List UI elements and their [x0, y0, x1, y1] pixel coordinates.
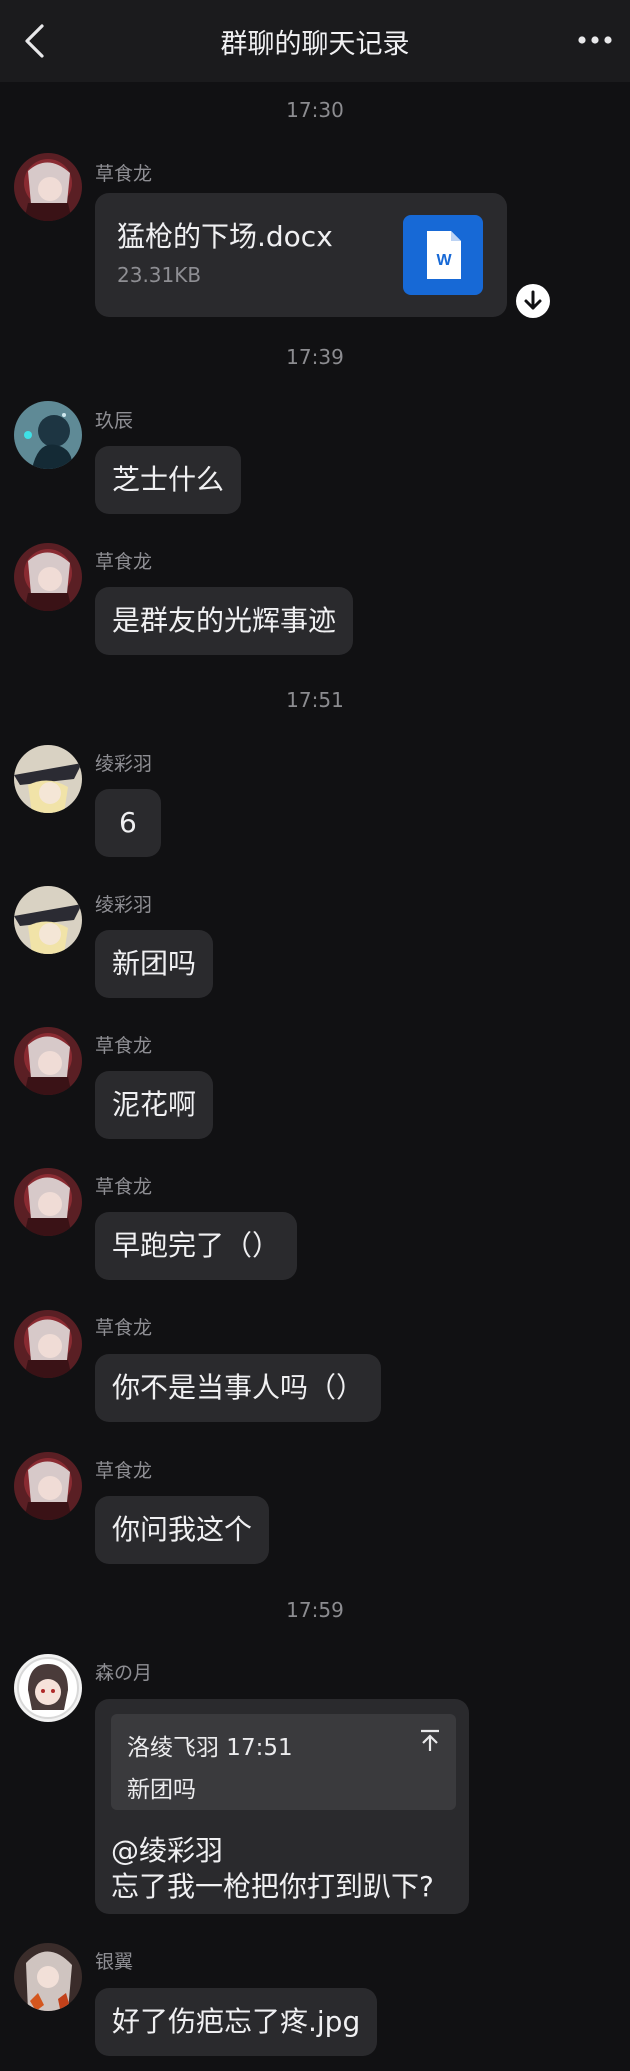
sender-name: 草食龙 — [95, 1035, 153, 1057]
message-bubble[interactable]: 泥花啊 — [95, 1071, 214, 1139]
avatar[interactable] — [14, 886, 82, 954]
file-name: 猛枪的下场.docx — [117, 220, 333, 253]
avatar[interactable] — [14, 745, 82, 813]
message-bubble[interactable]: 是群友的光辉事迹 — [95, 587, 354, 655]
file-size: 23.31KB — [117, 263, 202, 287]
reply-text: 忘了我一枪把你打到趴下? — [111, 1870, 434, 1903]
avatar[interactable] — [14, 543, 82, 611]
avatar[interactable] — [14, 153, 82, 221]
timestamp: 17:59 — [286, 1598, 344, 1622]
jump-to-top-icon[interactable] — [418, 1728, 442, 1754]
reply-message-bubble[interactable]: 洛绫飞羽 17:51 新团吗 @绫彩羽 忘了我一枪把你打到趴下? — [95, 1699, 469, 1914]
sender-name: 银翼 — [95, 1951, 134, 1973]
more-options-icon[interactable] — [576, 20, 616, 62]
message-bubble[interactable]: 6 — [95, 789, 161, 857]
avatar[interactable] — [14, 1027, 82, 1095]
message-bubble[interactable]: 新团吗 — [95, 930, 214, 998]
timestamp: 17:30 — [286, 98, 344, 122]
sender-name: 草食龙 — [95, 1317, 153, 1339]
message-bubble[interactable]: 早跑完了（） — [95, 1212, 298, 1280]
sender-name: 草食龙 — [95, 1176, 153, 1198]
avatar[interactable] — [14, 1654, 82, 1722]
quote-header: 洛绫飞羽 17:51 — [127, 1735, 293, 1761]
reply-text-mention: @绫彩羽 — [111, 1834, 224, 1867]
message-bubble[interactable]: 你问我这个 — [95, 1496, 270, 1564]
sender-name: 森の月 — [95, 1662, 153, 1684]
avatar[interactable] — [14, 401, 82, 469]
avatar[interactable] — [14, 1168, 82, 1236]
sender-name: 玖辰 — [95, 410, 134, 432]
timestamp: 17:51 — [286, 688, 344, 712]
download-icon[interactable] — [515, 283, 551, 319]
quoted-message[interactable]: 洛绫飞羽 17:51 新团吗 — [111, 1714, 456, 1810]
sender-name: 绫彩羽 — [95, 894, 153, 916]
top-bar: 群聊的聊天记录 — [0, 0, 630, 82]
avatar[interactable] — [14, 1943, 82, 2011]
quote-text: 新团吗 — [127, 1777, 196, 1803]
sender-name: 绫彩羽 — [95, 753, 153, 775]
message-bubble[interactable]: 你不是当事人吗（） — [95, 1354, 382, 1422]
message-bubble[interactable]: 芝士什么 — [95, 446, 242, 514]
sender-name: 草食龙 — [95, 1460, 153, 1482]
timestamp: 17:39 — [286, 345, 344, 369]
svg-text:W: W — [436, 252, 452, 269]
file-message-card[interactable]: 猛枪的下场.docx 23.31KB W — [95, 193, 507, 317]
avatar[interactable] — [14, 1452, 82, 1520]
sender-name: 草食龙 — [95, 163, 153, 185]
page-title: 群聊的聊天记录 — [220, 29, 410, 60]
sender-name: 草食龙 — [95, 551, 153, 573]
word-document-icon: W — [403, 215, 483, 295]
avatar[interactable] — [14, 1310, 82, 1378]
message-bubble[interactable]: 好了伤疤忘了疼.jpg — [95, 1988, 378, 2056]
